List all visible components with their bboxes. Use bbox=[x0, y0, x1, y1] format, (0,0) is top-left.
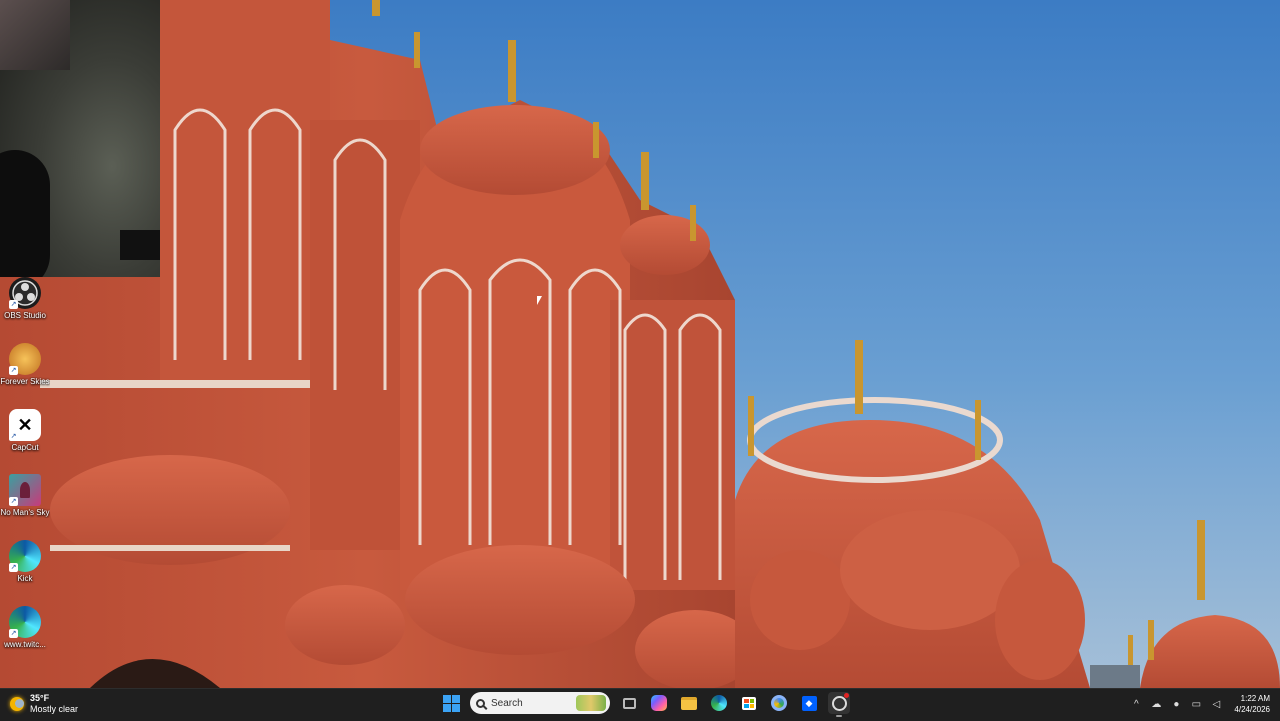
active-app-indicator bbox=[836, 715, 842, 717]
desktop-icon-forever-skies[interactable]: ↗ Forever Skies bbox=[0, 343, 50, 387]
task-view-icon bbox=[622, 697, 636, 709]
onedrive-icon[interactable]: ☁ bbox=[1150, 699, 1162, 710]
weather-condition: Mostly clear bbox=[30, 704, 79, 714]
weather-moon-cloud-icon bbox=[10, 697, 24, 711]
task-view-button[interactable] bbox=[618, 692, 640, 714]
no-mans-sky-icon: ↗ bbox=[9, 474, 41, 506]
desktop-icon-obs-studio[interactable]: ↗ OBS Studio bbox=[0, 277, 50, 321]
webcam-overlay bbox=[0, 0, 160, 277]
store-icon bbox=[742, 696, 756, 710]
store-button[interactable] bbox=[738, 692, 760, 714]
system-tray: ^ ☁ ● ▭ ◁ 1:22 AM 4/24/2026 bbox=[1130, 693, 1270, 715]
chrome-dev-icon bbox=[771, 695, 787, 711]
copilot-icon bbox=[651, 695, 667, 711]
desktop-icon-label: www.twitc... bbox=[4, 640, 46, 649]
search-icon bbox=[476, 698, 485, 708]
desktop-icon-kick[interactable]: ↗ Kick bbox=[0, 540, 50, 584]
chrome-dev-button[interactable] bbox=[768, 692, 790, 714]
edge-twitch-icon: ↗ bbox=[9, 606, 41, 638]
forever-skies-icon: ↗ bbox=[9, 343, 41, 375]
desktop-wallpaper bbox=[0, 0, 1280, 688]
desktop-icon-no-mans-sky[interactable]: ↗ No Man's Sky bbox=[0, 474, 50, 518]
desktop-icon-label: Kick bbox=[17, 574, 33, 583]
windows-logo-icon bbox=[442, 694, 460, 712]
desktop-icon-label: CapCut bbox=[11, 443, 39, 452]
dropbox-button[interactable]: ◆ bbox=[798, 692, 820, 714]
clock-time: 1:22 AM bbox=[1240, 694, 1270, 703]
clock[interactable]: 1:22 AM 4/24/2026 bbox=[1234, 693, 1270, 715]
webcam-object bbox=[0, 0, 70, 70]
obs-icon bbox=[831, 695, 847, 711]
webcam-person bbox=[0, 150, 50, 277]
recording-indicator-icon bbox=[844, 693, 849, 698]
clock-date: 4/24/2026 bbox=[1234, 705, 1270, 714]
capcut-icon: ✕ ↗ bbox=[9, 409, 41, 441]
microphone-icon[interactable]: ● bbox=[1170, 699, 1182, 710]
taskbar: 35°F Mostly clear Search ◆ ^ ☁ ● ▭ ◁ 1:2… bbox=[0, 688, 1280, 721]
show-hidden-icons-chevron-icon[interactable]: ^ bbox=[1130, 699, 1142, 710]
obs-taskbar-button[interactable] bbox=[828, 692, 850, 717]
file-explorer-button[interactable] bbox=[678, 692, 700, 714]
obs-icon: ↗ bbox=[9, 277, 41, 309]
edge-kick-icon: ↗ bbox=[9, 540, 41, 572]
weather-temperature: 35°F bbox=[30, 693, 50, 703]
desktop-icon-twitch[interactable]: ↗ www.twitc... bbox=[0, 606, 50, 650]
volume-icon[interactable]: ◁ bbox=[1210, 699, 1222, 710]
desktop-icon-label: Forever Skies bbox=[0, 377, 50, 386]
copilot-button[interactable] bbox=[648, 692, 670, 714]
dropbox-icon: ◆ bbox=[801, 695, 817, 711]
taskbar-center: Search ◆ bbox=[440, 692, 850, 717]
search-highlight-icon bbox=[576, 695, 606, 711]
search-placeholder: Search bbox=[491, 697, 523, 709]
edge-button[interactable] bbox=[708, 692, 730, 714]
desktop-icon-label: OBS Studio bbox=[4, 311, 46, 320]
desktop-icon-capcut[interactable]: ✕ ↗ CapCut bbox=[0, 409, 50, 453]
mouse-cursor bbox=[537, 296, 542, 305]
webcam-object bbox=[120, 230, 160, 260]
network-icon[interactable]: ▭ bbox=[1190, 699, 1202, 710]
desktop-icon-label: No Man's Sky bbox=[0, 508, 50, 517]
taskbar-search[interactable]: Search bbox=[470, 692, 610, 714]
file-explorer-icon bbox=[681, 696, 697, 710]
weather-widget[interactable]: 35°F Mostly clear bbox=[10, 693, 78, 715]
edge-icon bbox=[711, 695, 727, 711]
start-button[interactable] bbox=[440, 692, 462, 714]
